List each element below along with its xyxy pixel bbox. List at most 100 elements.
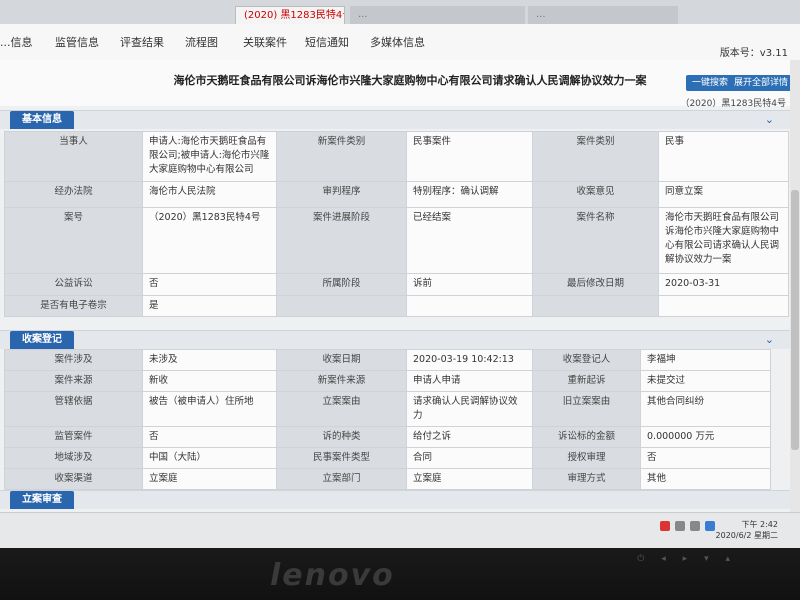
field-label: 案件类别: [532, 131, 659, 182]
field-value: [406, 295, 533, 317]
field-value: 海伦市人民法院: [142, 181, 277, 208]
field-label: 地域涉及: [4, 447, 143, 469]
field-value: 立案庭: [406, 468, 533, 490]
basic-row: 当事人 申请人:海伦市天鹅旺食品有限公司;被申请人:海伦市兴隆大家庭购物中心有限公…: [4, 131, 789, 182]
nav-item-supervision[interactable]: 监管信息: [55, 34, 99, 50]
one-click-search-button[interactable]: 一键搜索: [686, 75, 735, 91]
field-label: 收案日期: [276, 349, 407, 371]
clock-time: 下午 2:42: [741, 520, 778, 529]
filing-row: 案件来源 新收 新案件来源 申请人申请 重新起诉 未提交过: [4, 370, 771, 392]
filing-row: 管辖依据 被告（被申请人）住所地 立案案由 请求确认人民调解协议效力 旧立案案由 其他合同…: [4, 391, 771, 427]
field-value: 申请人:海伦市天鹅旺食品有限公司;被申请人:海伦市兴隆大家庭购物中心有限公司: [142, 131, 277, 182]
field-label: 收案登记人: [532, 349, 641, 371]
field-label: 民事案件类型: [276, 447, 407, 469]
field-label: 当事人: [4, 131, 143, 182]
field-value: 民事: [658, 131, 789, 182]
field-value: 未提交过: [640, 370, 771, 392]
monitor-down-button[interactable]: ▾: [704, 554, 709, 564]
field-value: 其他合同纠纷: [640, 391, 771, 427]
basic-row: 是否有电子卷宗是: [4, 295, 789, 317]
page-scrollbar[interactable]: [790, 60, 800, 548]
field-value: 海伦市天鹅旺食品有限公司诉海伦市兴隆大家庭购物中心有限公司请求确认人民调解协议效…: [658, 207, 789, 274]
basic-row: 经办法院 海伦市人民法院 审判程序 特别程序：确认调解 收案意见 同意立案: [4, 181, 789, 208]
field-value: 中国（大陆）: [142, 447, 277, 469]
field-value: 给付之诉: [406, 426, 533, 448]
monitor-up-button[interactable]: ▴: [725, 554, 730, 564]
nav-item-basic-info[interactable]: ...信息: [0, 34, 33, 50]
monitor-screen: (2020) 黑1283民特4号... ... ... ...信息 监管信息 评…: [0, 0, 800, 548]
field-value: 否: [640, 447, 771, 469]
filing-row: 案件涉及 未涉及 收案日期 2020-03-19 10:42:13 收案登记人 李福坤: [4, 349, 771, 371]
field-value: 请求确认人民调解协议效力: [406, 391, 533, 427]
field-value: 民事案件: [406, 131, 533, 182]
field-label: 审判程序: [276, 181, 407, 208]
chevron-down-icon[interactable]: ⌄: [765, 333, 774, 346]
chevron-down-icon[interactable]: ⌄: [765, 113, 774, 126]
top-navigation: ...信息 监管信息 评查结果 流程图 关联案件 短信通知 多媒体信息 版本号：…: [0, 24, 800, 61]
browser-tab-url[interactable]: ...: [350, 6, 525, 24]
tray-antivirus-icon[interactable]: [660, 521, 670, 531]
field-value: 未涉及: [142, 349, 277, 371]
case-number-header: （2020）黑1283民特4号: [680, 99, 786, 109]
field-value: 0.000000 万元: [640, 426, 771, 448]
field-value: （2020）黑1283民特4号: [142, 207, 277, 274]
field-value: 李福坤: [640, 349, 771, 371]
filing-row: 收案渠道 立案庭 立案部门 立案庭 审理方式 其他: [4, 468, 771, 490]
field-value: 诉前: [406, 273, 533, 296]
tray-network-icon[interactable]: [675, 521, 685, 531]
field-label: 新案件类别: [276, 131, 407, 182]
field-label: 最后修改日期: [532, 273, 659, 296]
field-label: 公益诉讼: [4, 273, 143, 296]
browser-tab-strip: (2020) 黑1283民特4号... ... ...: [0, 0, 800, 24]
field-label: 立案部门: [276, 468, 407, 490]
taskbar-clock[interactable]: 下午 2:42 2020/6/2 星期二: [716, 519, 778, 541]
monitor-buttons: ⏻ ◂ ▸ ▾ ▴: [623, 554, 730, 564]
section-basic-info-header[interactable]: 基本信息 ⌄: [0, 110, 790, 129]
version-label: 版本号：v3.11: [719, 48, 788, 59]
field-label: 新案件来源: [276, 370, 407, 392]
field-value: 合同: [406, 447, 533, 469]
tray-volume-icon[interactable]: [690, 521, 700, 531]
expand-all-details-button[interactable]: 展开全部详情: [728, 75, 795, 91]
tray-ime-icon[interactable]: [705, 521, 715, 531]
field-label: 诉的种类: [276, 426, 407, 448]
field-label: 案件进展阶段: [276, 207, 407, 274]
browser-tab-case[interactable]: (2020) 黑1283民特4号...: [235, 6, 345, 24]
case-title: 海伦市天鹅旺食品有限公司诉海伦市兴隆大家庭购物中心有限公司请求确认人民调解协议效…: [173, 74, 647, 87]
nav-item-review-result[interactable]: 评查结果: [120, 34, 164, 50]
monitor-left-button[interactable]: ◂: [661, 554, 666, 564]
nav-item-flowchart[interactable]: 流程图: [185, 34, 218, 50]
field-value: [658, 295, 789, 317]
monitor-right-button[interactable]: ▸: [683, 554, 688, 564]
field-label: 案件名称: [532, 207, 659, 274]
basic-info-table: 当事人 申请人:海伦市天鹅旺食品有限公司;被申请人:海伦市兴隆大家庭购物中心有限公…: [4, 131, 789, 317]
field-value: 否: [142, 273, 277, 296]
nav-item-multimedia[interactable]: 多媒体信息: [370, 34, 425, 50]
field-label: 收案渠道: [4, 468, 143, 490]
nav-item-related-cases[interactable]: 关联案件: [243, 34, 287, 50]
scrollbar-thumb[interactable]: [791, 190, 799, 450]
field-label: 案件涉及: [4, 349, 143, 371]
browser-tab-other[interactable]: ...: [528, 6, 678, 24]
field-value: 其他: [640, 468, 771, 490]
section-filing-header[interactable]: 收案登记 ⌄: [0, 330, 790, 349]
nav-item-sms-notice[interactable]: 短信通知: [305, 34, 349, 50]
filing-row: 地域涉及 中国（大陆） 民事案件类型 合同 授权审理否: [4, 447, 771, 469]
field-label: 授权审理: [532, 447, 641, 469]
section-review-header[interactable]: 立案审查: [0, 490, 790, 509]
field-label: 立案案由: [276, 391, 407, 427]
field-value: 同意立案: [658, 181, 789, 208]
field-value: 2020-03-31: [658, 273, 789, 296]
section-basic-info-label: 基本信息: [10, 111, 74, 129]
basic-row: 公益诉讼否所属阶段 诉前 最后修改日期 2020-03-31: [4, 273, 789, 296]
filing-row: 监管案件否诉的种类 给付之诉 诉讼标的金额 0.000000 万元: [4, 426, 771, 448]
field-label: 收案意见: [532, 181, 659, 208]
field-label: [532, 295, 659, 317]
field-label: 审理方式: [532, 468, 641, 490]
monitor-bezel: lenovo ⏻ ◂ ▸ ▾ ▴: [0, 548, 800, 600]
field-label: [276, 295, 407, 317]
field-value: 新收: [142, 370, 277, 392]
basic-row: 案号 （2020）黑1283民特4号 案件进展阶段 已经结案 案件名称 海伦市天鹅旺食品有…: [4, 207, 789, 274]
monitor-brand-logo: lenovo: [270, 558, 395, 593]
monitor-power-button[interactable]: ⏻: [637, 554, 644, 564]
